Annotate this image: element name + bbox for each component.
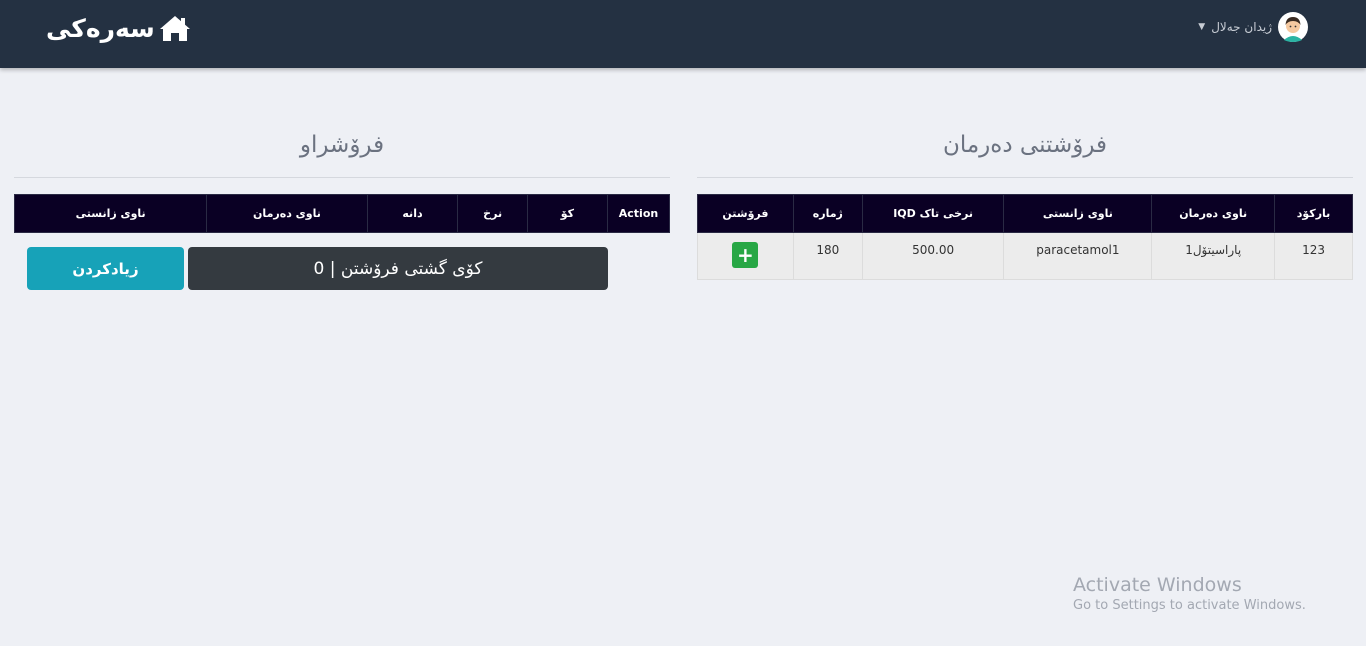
col-scientific-name: ناوی زانستی	[13, 194, 208, 233]
col-stock: ژمارە	[792, 194, 863, 233]
sales-total-label: کۆی گشتی فرۆشتن | 0	[313, 258, 483, 279]
sell-add-button[interactable]: +	[732, 242, 759, 268]
col-sell: فرۆشتن	[697, 194, 794, 233]
add-button[interactable]: زیادکردن	[27, 247, 184, 290]
sold-panel-title: فرۆشراو	[299, 132, 385, 158]
table-row: + 180 500.00 paracetamol1 پاراسیتۆل1 123	[697, 232, 1353, 280]
scientific-name-cell: paracetamol1	[1003, 232, 1153, 280]
col-medicine-name: ناوی دەرمان	[1151, 194, 1276, 233]
sell-cell: +	[697, 232, 794, 280]
sold-table-header-row: ناوی زانستی ناوی دەرمان دانە نرخ کۆ Acti…	[13, 194, 671, 233]
sell-divider	[697, 177, 1353, 178]
avatar-icon	[1278, 12, 1308, 42]
add-button-label: زیادکردن	[72, 259, 139, 278]
col-total: کۆ	[526, 194, 608, 233]
brand-label: سەرەکی	[46, 13, 155, 43]
activate-windows-watermark: Activate Windows Go to Settings to activ…	[1073, 574, 1306, 613]
col-medicine-name: ناوی دەرمان	[206, 194, 368, 233]
col-barcode: بارکۆد	[1274, 194, 1353, 233]
col-price: نرخ	[457, 194, 528, 233]
watermark-title: Activate Windows	[1073, 574, 1242, 596]
sales-total-box: کۆی گشتی فرۆشتن | 0	[188, 247, 608, 290]
barcode-cell: 123	[1274, 232, 1353, 280]
stock-cell: 180	[792, 232, 863, 280]
medicine-table: فرۆشتن ژمارە IQD نرخی تاک ناوی زانستی نا…	[697, 194, 1353, 280]
col-quantity: دانە	[366, 194, 459, 233]
sold-table: ناوی زانستی ناوی دەرمان دانە نرخ کۆ Acti…	[13, 194, 671, 233]
col-scientific-name: ناوی زانستی	[1003, 194, 1153, 233]
col-unit-price: IQD نرخی تاک	[861, 194, 1005, 233]
top-navbar: سەرەکی ▼ ژیدان جەلال	[0, 0, 1366, 68]
watermark-subtitle: Go to Settings to activate Windows.	[1073, 598, 1306, 613]
sold-divider	[14, 177, 670, 178]
sell-panel-title: فرۆشتنی دەرمان	[942, 132, 1108, 158]
col-action: Action	[606, 194, 671, 233]
medicine-name-cell: پاراسیتۆل1	[1151, 232, 1276, 280]
medicine-table-header-row: فرۆشتن ژمارە IQD نرخی تاک ناوی زانستی نا…	[697, 194, 1353, 233]
home-icon	[159, 16, 190, 41]
unit-price-cell: 500.00	[861, 232, 1005, 280]
user-name: ژیدان جەلال	[1211, 20, 1272, 34]
caret-down-icon: ▼	[1198, 22, 1206, 32]
home-link[interactable]: سەرەکی	[46, 12, 191, 44]
user-menu[interactable]: ▼ ژیدان جەلال	[1198, 12, 1308, 42]
